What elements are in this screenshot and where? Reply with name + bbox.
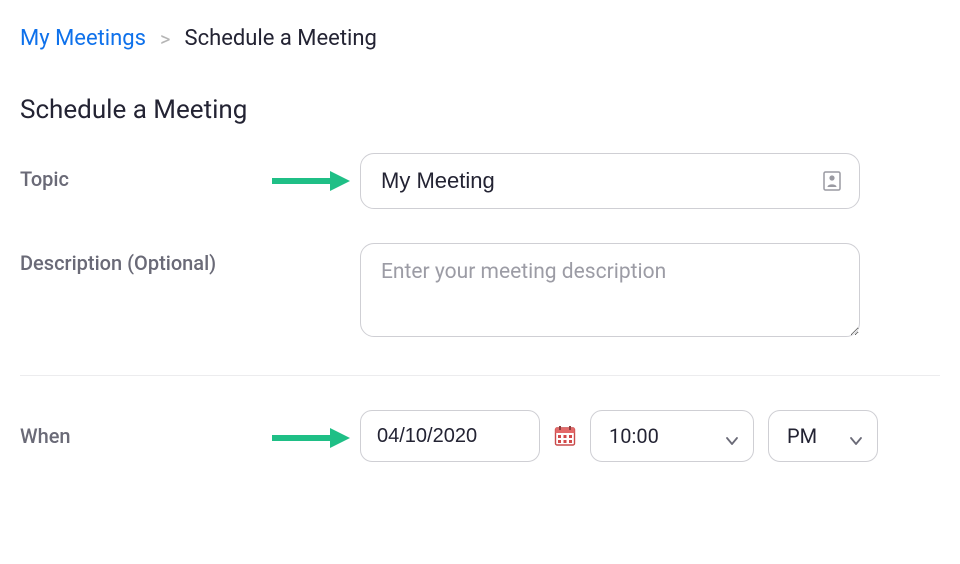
annotation-arrow-icon xyxy=(272,428,350,448)
when-label-text: When xyxy=(20,424,71,448)
calendar-icon[interactable] xyxy=(554,425,576,447)
when-controls: 10:00 PM xyxy=(360,410,878,462)
chevron-down-icon xyxy=(849,429,863,443)
breadcrumb-link-my-meetings[interactable]: My Meetings xyxy=(20,26,146,51)
breadcrumb-separator: > xyxy=(160,27,170,51)
chevron-down-icon xyxy=(725,429,739,443)
time-select[interactable]: 10:00 xyxy=(590,410,754,462)
description-textarea[interactable] xyxy=(360,243,860,337)
description-label-text: Description (Optional) xyxy=(20,251,216,275)
description-label: Description (Optional) xyxy=(20,243,360,275)
contact-card-icon xyxy=(822,170,842,192)
date-input[interactable] xyxy=(360,410,540,462)
topic-input-wrap xyxy=(360,153,860,209)
schedule-meeting-form: Topic Descr xyxy=(0,143,960,462)
description-row: Description (Optional) xyxy=(20,243,940,341)
annotation-arrow-icon xyxy=(272,171,350,191)
topic-label-text: Topic xyxy=(20,167,69,191)
breadcrumb: My Meetings > Schedule a Meeting xyxy=(0,0,960,61)
section-divider xyxy=(20,375,940,376)
page-title: Schedule a Meeting xyxy=(0,61,960,143)
ampm-select-value: PM xyxy=(787,424,817,448)
when-row: When xyxy=(20,410,940,462)
time-select-value: 10:00 xyxy=(609,424,659,448)
topic-row: Topic xyxy=(20,153,940,209)
breadcrumb-current: Schedule a Meeting xyxy=(185,26,377,51)
ampm-select[interactable]: PM xyxy=(768,410,878,462)
topic-label: Topic xyxy=(20,153,360,191)
topic-input[interactable] xyxy=(360,153,860,209)
when-label: When xyxy=(20,410,360,448)
